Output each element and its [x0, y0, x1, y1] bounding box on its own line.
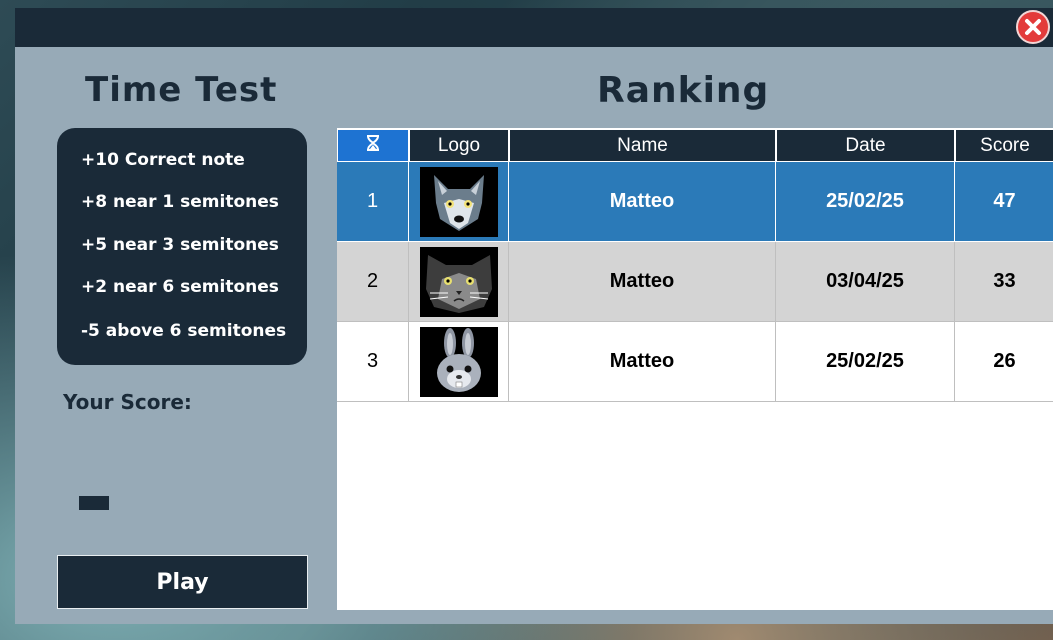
score-value-box — [79, 496, 109, 510]
game-window: Time Test Ranking +10 Correct note +8 ne… — [15, 8, 1053, 624]
ranking-table: Logo Name Date Score 1 Matteo 25/02/25 4… — [337, 128, 1053, 610]
logo-cell — [409, 322, 509, 402]
column-header-rank[interactable] — [337, 128, 409, 162]
date-cell: 25/02/25 — [776, 162, 955, 242]
rank-cell: 3 — [337, 322, 409, 402]
title-bar — [15, 8, 1053, 47]
wolf-avatar-icon — [419, 166, 498, 237]
logo-cell — [409, 162, 509, 242]
rabbit-avatar-icon — [419, 326, 498, 397]
ranking-title: Ranking — [597, 70, 770, 111]
rule-item: +2 near 6 semitones — [81, 277, 279, 297]
play-button[interactable]: Play — [57, 555, 308, 609]
rule-item: +10 Correct note — [81, 150, 245, 170]
table-row[interactable]: 2 Matteo 03/04/25 33 — [337, 242, 1053, 322]
name-cell: Matteo — [509, 242, 776, 322]
your-score-label: Your Score: — [63, 390, 192, 414]
cat-avatar-icon — [419, 246, 498, 317]
name-cell: Matteo — [509, 322, 776, 402]
close-button[interactable] — [1016, 10, 1050, 44]
score-cell: 33 — [955, 242, 1053, 322]
column-header-logo[interactable]: Logo — [409, 128, 509, 162]
rule-item: -5 above 6 semitones — [81, 321, 287, 341]
name-cell: Matteo — [509, 162, 776, 242]
column-header-score[interactable]: Score — [955, 128, 1053, 162]
time-test-title: Time Test — [85, 70, 278, 110]
table-header: Logo Name Date Score — [337, 128, 1053, 162]
rank-cell: 1 — [337, 162, 409, 242]
column-header-name[interactable]: Name — [509, 128, 776, 162]
table-row[interactable]: 1 Matteo 25/02/25 47 — [337, 162, 1053, 242]
date-cell: 25/02/25 — [776, 322, 955, 402]
logo-cell — [409, 242, 509, 322]
date-cell: 03/04/25 — [776, 242, 955, 322]
column-header-date[interactable]: Date — [776, 128, 955, 162]
rank-cell: 2 — [337, 242, 409, 322]
hourglass-icon — [366, 134, 380, 157]
table-row[interactable]: 3 Matteo 25/02/25 26 — [337, 322, 1053, 402]
rule-item: +8 near 1 semitones — [81, 192, 279, 212]
score-cell: 47 — [955, 162, 1053, 242]
score-cell: 26 — [955, 322, 1053, 402]
rule-item: +5 near 3 semitones — [81, 235, 279, 255]
scoring-rules-panel: +10 Correct note +8 near 1 semitones +5 … — [57, 128, 307, 365]
